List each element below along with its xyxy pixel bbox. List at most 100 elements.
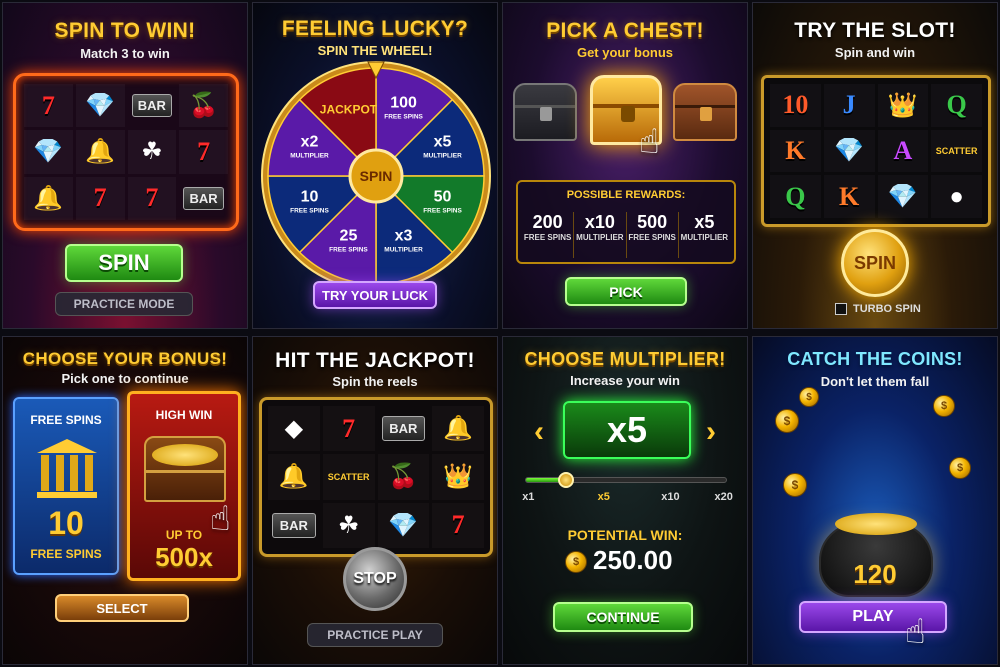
reel-symbol: J (823, 84, 875, 127)
wheel-segment-value: x5 (434, 133, 452, 150)
reel-symbol: Q (931, 84, 982, 127)
reward-value: x5 (694, 212, 715, 232)
pick-button[interactable]: PICK (565, 277, 687, 306)
reward-caption: MULTIPLIER (576, 233, 624, 242)
card-title: HIGH WIN (155, 408, 213, 422)
wheel-segment-caption: MULTIPLIER (423, 152, 462, 159)
reel-symbol: 7 (24, 84, 73, 128)
panel-catch-coins: CATCH THE COINS! Don't let them fall $ $… (752, 336, 998, 665)
panel-title: CHOOSE MULTIPLIER! (524, 349, 726, 369)
multiplier-display: x5 (563, 401, 691, 459)
wheel-segment-caption: FREE SPINS (290, 208, 329, 215)
high-win-card[interactable]: HIGH WIN ☝ UP TO 500x (127, 391, 241, 581)
free-spins-caption: FREE SPINS (30, 547, 102, 561)
panel-subtitle: SPIN THE WHEEL! (317, 43, 433, 58)
wheel-segment-caption: MULTIPLIER (290, 152, 329, 159)
chevron-right-icon[interactable]: › (697, 415, 725, 449)
reel-symbol: 💎 (75, 84, 125, 128)
practice-play-button[interactable]: PRACTICE PLAY (307, 623, 443, 647)
reel-symbol: 💎 (823, 129, 875, 173)
spin-button[interactable]: SPIN (841, 229, 909, 297)
panel-spin-to-win: SPIN TO WIN! Match 3 to win 7 💎 BAR 🍒 💎 🔔 ☘ 7 🔔 7… (2, 2, 248, 329)
multiplier-slider-track[interactable] (525, 472, 727, 488)
chevron-left-icon[interactable]: ‹ (525, 415, 553, 449)
turbo-spin-checkbox[interactable] (835, 303, 847, 315)
reel-symbol: 🔔 (268, 454, 320, 500)
chest-dark-option[interactable] (513, 83, 577, 141)
reel-symbol: BAR (381, 416, 426, 442)
multiplier-tick-label: x20 (714, 491, 733, 503)
wheel-segment-caption: FREE SPINS (384, 113, 423, 120)
stop-button[interactable]: STOP (343, 547, 407, 611)
panel-title: TRY THE SLOT! (794, 19, 956, 42)
continue-button[interactable]: CONTINUE (553, 602, 693, 632)
panel-subtitle: Spin and win (834, 45, 916, 60)
multiplier-tick-label: x10 (661, 491, 680, 503)
free-spins-card[interactable]: FREE SPINS 10 FREE SPINS (13, 397, 119, 575)
panel-title: PICK A CHEST! (546, 19, 704, 42)
reel-symbol: Q (770, 175, 821, 218)
wheel-segment-value: x3 (395, 228, 413, 245)
panel-subtitle: Don't let them fall (820, 374, 930, 389)
reel-symbol: BAR (272, 512, 316, 538)
multiplier-slider-knob[interactable] (558, 472, 574, 488)
reward-item: 500 FREE SPINS (625, 212, 678, 258)
panel-feeling-lucky: FEELING LUCKY? SPIN THE WHEEL! 100 FREE S… (252, 2, 498, 329)
wheel-segment-value: 50 (434, 189, 452, 206)
reel-symbol: K (823, 175, 875, 218)
reel-symbol: 7 (432, 502, 484, 548)
reward-caption: FREE SPINS (628, 233, 676, 242)
panel-choose-bonus: CHOOSE YOUR BONUS! Pick one to continue … (2, 336, 248, 665)
reel-symbol: A (877, 129, 929, 173)
reel-symbol: 7 (127, 176, 177, 220)
prize-wheel[interactable]: 100 FREE SPINS x5 MULTIPLIER 50 FREE SPINS x3 M… (260, 60, 492, 292)
panel-title: HIT THE JACKPOT! (275, 349, 475, 372)
panel-subtitle: Pick one to continue (61, 371, 189, 386)
rewards-header: POSSIBLE REWARDS: (566, 189, 686, 201)
lock-icon (540, 107, 552, 121)
reel-symbol: 7 (179, 130, 228, 174)
wheel-spin-label: SPIN (360, 168, 393, 184)
practice-mode-button[interactable]: PRACTICE MODE (55, 292, 193, 316)
panel-subtitle: Get your bonus (576, 45, 674, 60)
rewards-list: 200 FREE SPINS x10 MULTIPLIER 500 FREE SPINS x… (522, 212, 730, 258)
reel-symbol: 👑 (432, 454, 484, 500)
panel-title: CHOOSE YOUR BONUS! (22, 349, 228, 368)
reel-grid: ◆ 7 BAR 🔔 🔔 SCATTER 🍒 👑 BAR ☘ 💎 7 (268, 406, 484, 548)
multiplier-tick-label: x5 (597, 491, 610, 503)
reel-symbol: 🍒 (179, 84, 228, 128)
reel-symbol: 💎 (24, 130, 73, 174)
wheel-segment-value: 10 (301, 189, 319, 206)
wheel-segment-value: x2 (301, 133, 319, 150)
coin-icon: $ (565, 551, 587, 573)
reel-grid: 10 J 👑 Q K 💎 A SCATTER Q K 💎 ● (770, 84, 982, 218)
reel-symbol: ☘ (322, 502, 375, 548)
reel-symbol: 7 (322, 406, 375, 452)
reel-symbol: 💎 (377, 502, 430, 548)
reel-symbol: 10 (770, 84, 821, 127)
reward-value: x10 (584, 212, 615, 232)
reel-symbol: ☘ (127, 130, 177, 174)
spin-button[interactable]: SPIN (65, 244, 183, 282)
multiplier-ticks: x1 x5 x10 x20 (515, 491, 737, 507)
reel-symbol: ● (931, 175, 982, 218)
falling-coin-icon: $ (775, 409, 799, 433)
potential-win-label: POTENTIAL WIN: (567, 527, 683, 543)
panel-try-slot: TRY THE SLOT! Spin and win 10 J 👑 Q K 💎 A SCATT… (752, 2, 998, 329)
panel-hit-jackpot: HIT THE JACKPOT! Spin the reels ◆ 7 BAR 🔔 🔔 S… (252, 336, 498, 665)
treasure-chest-icon (144, 436, 226, 502)
wheel-segment-caption: FREE SPINS (423, 208, 462, 215)
chest-wood-option[interactable] (673, 83, 737, 141)
reel-symbol: 🔔 (75, 130, 125, 174)
slot-frame: 10 J 👑 Q K 💎 A SCATTER Q K 💎 ● (761, 75, 991, 227)
rewards-box: POSSIBLE REWARDS: 200 FREE SPINS x10 MULTIP… (516, 180, 736, 264)
slot-frame: ◆ 7 BAR 🔔 🔔 SCATTER 🍒 👑 BAR ☘ 💎 7 (259, 397, 493, 557)
card-title: FREE SPINS (30, 413, 102, 427)
select-button[interactable]: SELECT (55, 594, 189, 622)
panel-subtitle: Increase your win (570, 373, 680, 388)
try-your-luck-button[interactable]: TRY YOUR LUCK (313, 281, 437, 309)
falling-coin-icon: $ (783, 473, 807, 497)
turbo-spin-label: TURBO SPIN (853, 303, 921, 315)
reel-symbol: BAR (183, 186, 224, 210)
lock-icon (700, 107, 712, 121)
